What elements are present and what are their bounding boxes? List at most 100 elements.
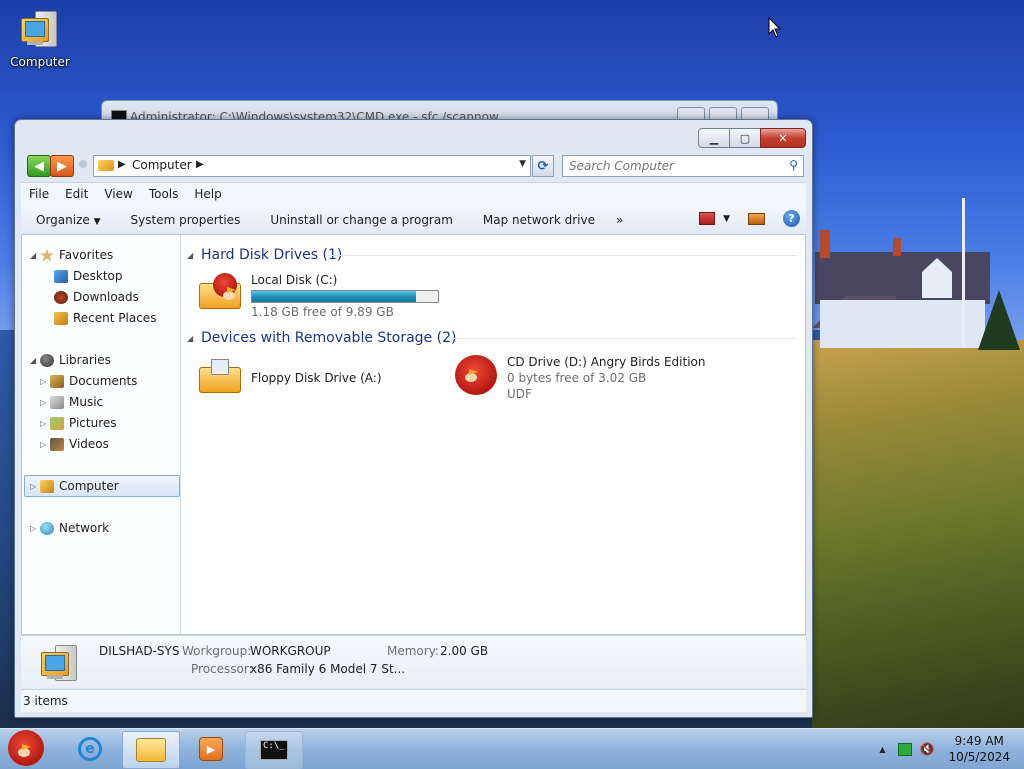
nav-libraries-label: Libraries xyxy=(59,353,111,367)
wallpaper-chimney xyxy=(820,230,830,258)
clock[interactable]: 9:49 AM 10/5/2024 xyxy=(948,733,1010,765)
menu-file[interactable]: File xyxy=(21,187,57,201)
address-bar[interactable]: ▶ Computer ▶ ▼ xyxy=(93,155,531,177)
group-hard-disk-drives[interactable]: ◢ Hard Disk Drives (1) xyxy=(187,245,805,265)
help-icon[interactable]: ? xyxy=(783,210,800,227)
collapsed-arrow-icon[interactable]: ▷ xyxy=(40,419,50,428)
chevron-down-icon: ▼ xyxy=(93,216,101,227)
volume-muted-icon[interactable]: 🔇 xyxy=(920,742,935,756)
navigation-pane: ◢ Favorites Desktop Downloads Recent Pla… xyxy=(22,235,181,634)
drive-local-disk-c[interactable]: Local Disk (C:) 1.18 GB free of 9.89 GB xyxy=(197,271,439,319)
taskbar-cmd[interactable]: C:\_ xyxy=(245,731,303,769)
drive-free-space: 1.18 GB free of 9.89 GB xyxy=(251,305,394,319)
network-status-icon[interactable] xyxy=(897,742,912,756)
drive-usage-fill xyxy=(252,291,416,302)
view-icon xyxy=(699,212,716,225)
wallpaper-flagpole xyxy=(962,198,965,346)
organize-button[interactable]: Organize ▼ xyxy=(21,213,116,227)
expand-arrow-icon[interactable]: ◢ xyxy=(30,356,40,365)
nav-documents-label: Documents xyxy=(69,374,138,388)
command-bar: Organize ▼ System properties Uninstall o… xyxy=(21,205,806,235)
search-input[interactable] xyxy=(569,158,774,173)
drive-cd-d[interactable]: CD Drive (D:) Angry Birds Edition 0 byte… xyxy=(453,353,705,401)
folder-icon xyxy=(136,738,166,762)
network-icon xyxy=(40,521,54,535)
explorer-body: ◢ Favorites Desktop Downloads Recent Pla… xyxy=(21,235,806,635)
menu-edit[interactable]: Edit xyxy=(57,187,96,201)
group-collapse-icon[interactable]: ◢ xyxy=(187,334,201,343)
collapsed-arrow-icon[interactable]: ▷ xyxy=(40,440,50,449)
nav-favorites[interactable]: ◢ Favorites xyxy=(30,245,113,265)
nav-downloads[interactable]: Downloads xyxy=(54,287,139,307)
nav-pictures[interactable]: ▷ Pictures xyxy=(40,413,117,433)
close-button[interactable]: ✕ xyxy=(760,128,806,148)
angry-bird-start-icon xyxy=(8,730,44,766)
group-title: Devices with Removable Storage (2) xyxy=(201,330,457,346)
change-view-button[interactable]: ▼ xyxy=(699,212,730,225)
computer-icon xyxy=(98,160,114,171)
more-commands-button[interactable]: » xyxy=(610,213,629,227)
group-collapse-icon[interactable]: ◢ xyxy=(187,251,201,260)
show-hidden-icons-button[interactable]: ▲ xyxy=(879,745,885,754)
minimize-button[interactable]: ▁ xyxy=(698,128,730,148)
music-icon xyxy=(50,395,64,409)
collapsed-arrow-icon[interactable]: ▷ xyxy=(40,398,50,407)
item-count: 3 items xyxy=(23,694,68,708)
start-button[interactable] xyxy=(4,729,48,769)
nav-libraries[interactable]: ◢ Libraries xyxy=(30,350,111,370)
nav-downloads-label: Downloads xyxy=(73,290,139,304)
breadcrumb-computer[interactable]: Computer xyxy=(132,158,192,172)
drive-name: Local Disk (C:) xyxy=(251,273,338,287)
back-button[interactable]: ◀ xyxy=(27,155,51,177)
refresh-button[interactable]: ⟳ xyxy=(532,155,554,177)
drive-free-space: 0 bytes free of 3.02 GB xyxy=(507,371,647,385)
system-tray: ▲ 🔇 9:49 AM 10/5/2024 xyxy=(879,729,1010,769)
nav-network[interactable]: ▷ Network xyxy=(30,518,109,538)
nav-music[interactable]: ▷ Music xyxy=(40,392,103,412)
nav-desktop[interactable]: Desktop xyxy=(54,266,123,286)
computer-icon xyxy=(19,8,61,50)
uninstall-program-button[interactable]: Uninstall or change a program xyxy=(255,213,468,227)
computer-icon xyxy=(40,479,54,493)
pictures-icon xyxy=(50,416,64,430)
recent-pages-button[interactable] xyxy=(79,160,87,168)
collapsed-arrow-icon[interactable]: ▷ xyxy=(30,524,40,533)
navigation-row: ◀ ▶ ▶ Computer ▶ ▼ ⟳ ⚲ xyxy=(25,154,806,178)
chevron-right-icon[interactable]: ▶ xyxy=(118,159,126,170)
nav-recent-places[interactable]: Recent Places xyxy=(54,308,156,328)
nav-computer[interactable]: ▷ Computer xyxy=(30,476,119,496)
taskbar-media-player[interactable]: ▶ xyxy=(183,731,239,767)
maximize-button[interactable]: ▢ xyxy=(729,128,761,148)
drive-usage-bar xyxy=(251,290,439,303)
forward-button[interactable]: ▶ xyxy=(50,155,74,177)
chevron-down-icon[interactable]: ▼ xyxy=(519,159,526,169)
drive-floppy-a[interactable]: Floppy Disk Drive (A:) xyxy=(197,355,382,397)
collapsed-arrow-icon[interactable]: ▷ xyxy=(40,377,50,386)
nav-documents[interactable]: ▷ Documents xyxy=(40,371,137,391)
search-box[interactable]: ⚲ xyxy=(562,155,804,177)
taskbar-windows-explorer[interactable] xyxy=(122,731,180,769)
group-removable-storage[interactable]: ◢ Devices with Removable Storage (2) xyxy=(187,328,805,348)
system-properties-button[interactable]: System properties xyxy=(116,213,256,227)
drive-name: Floppy Disk Drive (A:) xyxy=(251,371,382,385)
drive-filesystem: UDF xyxy=(507,387,532,401)
chevron-right-icon[interactable]: ▶ xyxy=(196,159,204,170)
nav-music-label: Music xyxy=(69,395,104,409)
menu-tools[interactable]: Tools xyxy=(141,187,187,201)
menu-help[interactable]: Help xyxy=(186,187,229,201)
menu-view[interactable]: View xyxy=(96,187,140,201)
expand-arrow-icon[interactable]: ◢ xyxy=(30,251,40,260)
nav-videos[interactable]: ▷ Videos xyxy=(40,434,109,454)
downloads-icon xyxy=(54,290,68,304)
memory-value: 2.00 GB xyxy=(440,644,489,658)
preview-pane-icon[interactable] xyxy=(748,212,765,225)
caption-buttons: ▁ ▢ ✕ xyxy=(698,128,806,148)
nav-buttons: ◀ ▶ xyxy=(25,154,75,177)
taskbar-internet-explorer[interactable]: e xyxy=(62,731,118,767)
search-icon[interactable]: ⚲ xyxy=(789,158,798,172)
desktop-computer-icon[interactable]: Computer xyxy=(8,8,72,69)
map-network-drive-button[interactable]: Map network drive xyxy=(468,213,610,227)
angry-bird-cd-icon xyxy=(453,353,501,395)
collapsed-arrow-icon[interactable]: ▷ xyxy=(30,482,40,491)
nav-network-label: Network xyxy=(59,521,110,535)
